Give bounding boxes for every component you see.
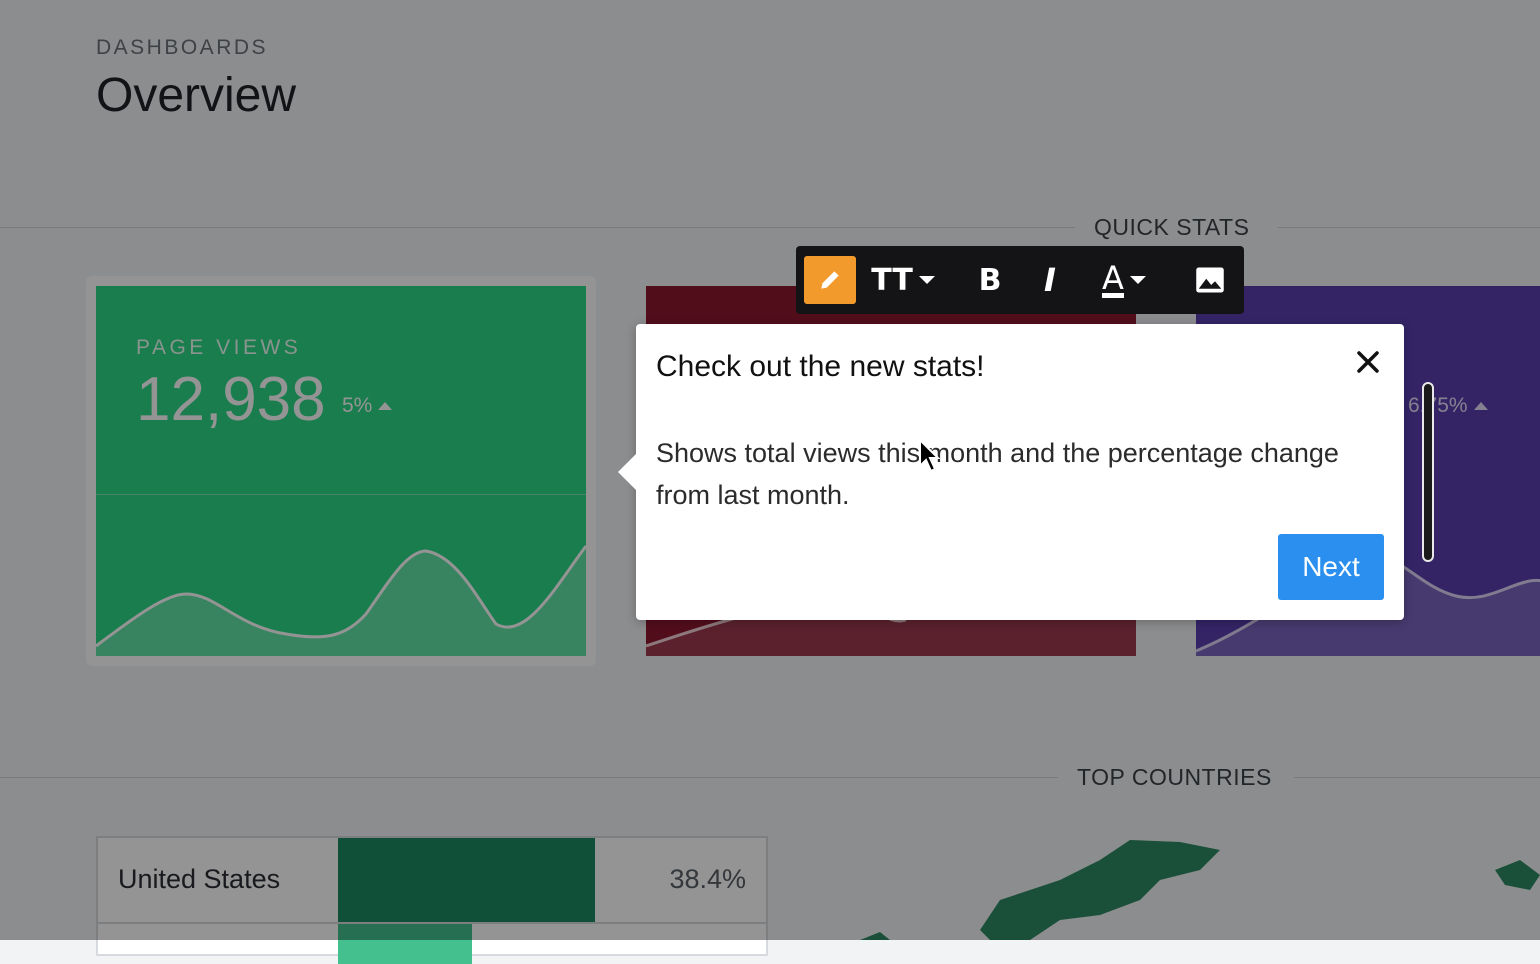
quick-stats-rule-right (1278, 227, 1540, 228)
page-title: Overview (96, 69, 297, 122)
italic-button[interactable]: I (1028, 256, 1072, 304)
breadcrumb[interactable]: DASHBOARDS (96, 36, 268, 60)
tour-highlight-frame (86, 276, 596, 666)
top-countries-rule-right (1294, 777, 1540, 778)
chevron-down-icon (918, 276, 935, 284)
italic-icon: I (1044, 261, 1056, 299)
tour-popover: Check out the new stats! Shows total vie… (618, 324, 1404, 620)
text-color-button[interactable]: A (1088, 256, 1160, 304)
country-name: United States (118, 864, 281, 894)
text-size-icon: TT (871, 262, 913, 298)
popover-arrow (618, 454, 636, 490)
top-countries-label: TOP COUNTRIES (1077, 764, 1272, 790)
trend-up-icon (1473, 402, 1488, 411)
bold-button[interactable]: B (968, 256, 1012, 304)
popover-body: Shows total views this month and the per… (656, 438, 1339, 510)
pencil-button[interactable] (804, 256, 856, 304)
chevron-down-icon (1129, 276, 1146, 284)
next-button[interactable]: Next (1278, 534, 1384, 600)
text-size-button[interactable]: TT (868, 256, 938, 304)
country-percent: 38.4% (669, 864, 746, 894)
image-icon (1196, 267, 1224, 293)
text-color-icon: A (1102, 258, 1124, 298)
bold-icon: B (978, 262, 1002, 298)
top-countries-table: United States 38.4% (96, 836, 768, 964)
close-icon (1357, 351, 1379, 373)
table-row[interactable]: United States 38.4% (98, 838, 766, 924)
world-map (860, 840, 1540, 940)
stat-card-3-change-value: 6.75% (1408, 394, 1468, 417)
country-share-bar (338, 838, 595, 922)
quick-stats-label: QUICK STATS (1094, 214, 1250, 240)
mouse-pointer-icon (919, 438, 941, 473)
pencil-icon (821, 271, 839, 289)
annotation-toolbar: TT B I A (796, 246, 1244, 314)
stat-card-3-change: 6.75% (1408, 394, 1488, 418)
quick-stats-rule-left (0, 227, 1075, 228)
top-countries-rule-left (0, 777, 1058, 778)
country-share-bar (338, 924, 472, 964)
popover-title: Check out the new stats! (656, 350, 985, 383)
image-button[interactable] (1188, 256, 1232, 304)
close-button[interactable] (1354, 348, 1382, 376)
scrollbar-handle[interactable] (1422, 382, 1434, 562)
